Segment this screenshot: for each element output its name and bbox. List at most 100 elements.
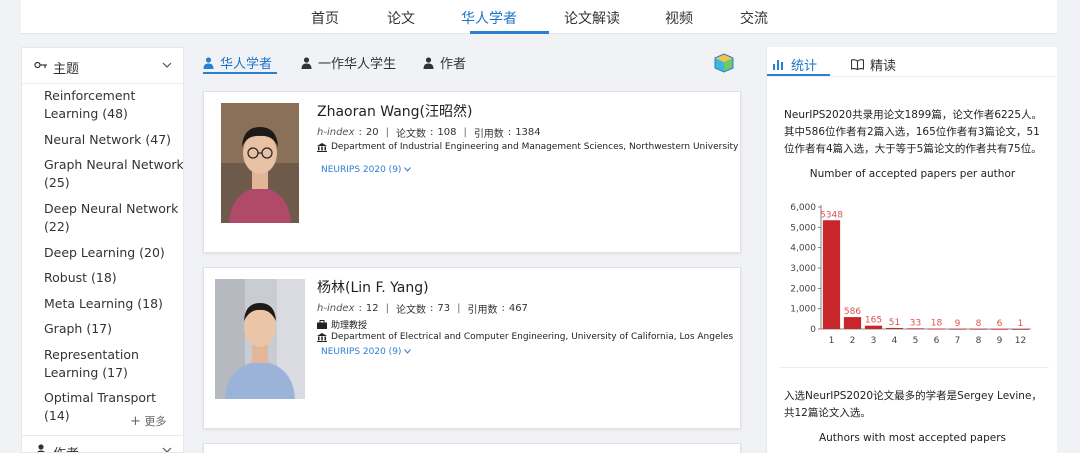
bar (885, 327, 904, 329)
bar-value-label: 51 (889, 318, 900, 328)
cube-icon[interactable] (713, 52, 735, 74)
person-icon (203, 56, 214, 69)
person-icon (301, 56, 312, 69)
x-tick-label: 5 (913, 336, 919, 346)
author-section-title: 作者 (53, 443, 79, 452)
book-icon (851, 59, 864, 70)
topic-item[interactable]: Meta Learning (18) (44, 295, 183, 313)
topic-sidebar: 主题 Reinforcement Learning (48) Neural Ne… (21, 47, 184, 453)
topic-section-header[interactable]: 主题 (22, 48, 183, 84)
more-topics-button[interactable]: + 更多 (130, 413, 166, 429)
topic-section-title: 主题 (53, 62, 80, 77)
author-section-header[interactable]: 作者 (22, 440, 183, 453)
bar (990, 328, 1009, 330)
tab-intensive-reading[interactable]: 精读 (851, 55, 896, 74)
y-tick-label: 1,000 (790, 305, 816, 315)
scholar-tabs: 华人学者 一作华人学生 作者 (203, 48, 740, 75)
topic-item[interactable]: Robust (18) (44, 269, 183, 287)
more-label: 更多 (144, 415, 167, 428)
topic-item[interactable]: Reinforcement Learning (48) (44, 87, 183, 123)
tab-label: 作者 (440, 57, 467, 72)
tab-label: 精读 (870, 59, 897, 74)
chart-title: Number of accepted papers per author (809, 168, 1016, 180)
chevron-down-icon[interactable] (162, 446, 172, 453)
hindex-value: 12 (365, 303, 379, 314)
plus-icon: + (130, 414, 141, 429)
hindex-value: 20 (365, 127, 379, 138)
y-tick-label: 6,000 (790, 203, 816, 213)
x-tick-label: 1 (829, 336, 835, 346)
tab-first-author-students[interactable]: 一作华人学生 (301, 53, 396, 72)
scholar-name[interactable]: 杨林(Lin F. Yang) (317, 277, 429, 297)
scholar-affiliation: Department of Industrial Engineering and… (317, 142, 738, 152)
nav-papers[interactable]: 论文 (387, 8, 415, 28)
x-tick-label: 2 (850, 336, 856, 346)
topic-item[interactable]: Deep Neural Network (22) (44, 200, 183, 236)
bar (864, 325, 883, 329)
nav-home[interactable]: 首页 (311, 8, 339, 28)
nav-chinese-scholars[interactable]: 华人学者 (461, 8, 517, 28)
tab-active-indicator (203, 72, 277, 74)
briefcase-icon (317, 320, 327, 329)
x-tick-label: 6 (934, 336, 940, 346)
venue-dropdown[interactable]: NEURIPS 2020 (9) (321, 347, 412, 357)
scholar-card[interactable] (203, 443, 741, 453)
y-tick-label: 2,000 (790, 284, 816, 294)
tab-label: 一作华人学生 (318, 57, 397, 72)
y-tick-label: 3,000 (790, 264, 816, 274)
x-tick-label: 8 (976, 336, 982, 346)
scholar-photo (215, 279, 305, 399)
citations-value: 1384 (515, 127, 541, 138)
bar-value-label: 586 (844, 307, 861, 317)
scholar-card[interactable]: 杨林(Lin F. Yang) h-index: 12 | 论文数: 73 | … (203, 267, 741, 429)
topic-item[interactable]: Graph (17) (44, 320, 183, 338)
tab-chinese-scholars[interactable]: 华人学者 (203, 53, 272, 72)
citations-value: 467 (508, 303, 528, 314)
top-nav: 首页 论文 华人学者 论文解读 视频 交流 (21, 0, 1057, 34)
stats-summary: NeurIPS2020共录用论文1899篇，论文作者6225人。其中586位作者… (784, 109, 1043, 155)
institution-icon (317, 142, 327, 152)
nav-video[interactable]: 视频 (665, 8, 693, 28)
bar-value-label: 165 (865, 316, 882, 326)
top-author-text: 入选NeurIPS2020论文最多的学者是Sergey Levine，共12篇论… (784, 390, 1042, 419)
topic-item[interactable]: Graph Neural Network (25) (44, 156, 183, 192)
chevron-down-icon[interactable] (162, 61, 172, 69)
divider (779, 367, 1049, 368)
bar-value-label: 1 (1018, 319, 1024, 329)
tab-statistics[interactable]: 统计 (773, 55, 817, 74)
citations-label: 引用数 (473, 129, 504, 140)
key-icon (34, 61, 47, 69)
x-tick-label: 4 (892, 336, 898, 346)
bar-value-label: 5348 (820, 210, 843, 220)
bar-value-label: 18 (931, 319, 943, 329)
chart2-title: Authors with most accepted papers (818, 432, 1007, 444)
bar-value-label: 33 (910, 318, 921, 328)
topic-item[interactable]: Neural Network (47) (44, 131, 183, 149)
venue-label: NEURIPS 2020 (9) (321, 347, 402, 357)
tab-label: 统计 (791, 59, 818, 74)
papers-value: 108 (437, 127, 457, 138)
scholar-metrics: h-index: 12 | 论文数: 73 | 引用数: 467 (317, 303, 528, 316)
topic-item[interactable]: Representation Learning (17) (44, 346, 183, 382)
tab-authors[interactable]: 作者 (423, 53, 466, 72)
nav-community[interactable]: 交流 (740, 8, 768, 28)
nav-paper-interpretation[interactable]: 论文解读 (564, 8, 620, 28)
citations-label: 引用数 (467, 305, 498, 316)
scholar-name[interactable]: Zhaoran Wang(汪昭然) (317, 101, 472, 121)
x-tick-label: 9 (997, 336, 1003, 346)
person-icon (37, 444, 45, 452)
hindex-label: h-index (317, 127, 355, 138)
bar-value-label: 9 (955, 319, 961, 329)
bar (927, 328, 946, 330)
y-tick-label: 4,000 (790, 244, 816, 254)
venue-dropdown[interactable]: NEURIPS 2020 (9) (321, 165, 412, 175)
x-tick-label: 12 (1015, 336, 1026, 346)
papers-per-author-chart: 01,0002,0003,0004,0005,0006,000534815862… (790, 203, 1031, 346)
affiliation-text: Department of Electrical and Computer En… (331, 332, 734, 342)
papers-value: 73 (437, 303, 451, 314)
chevron-down-icon (404, 167, 412, 172)
bar (822, 220, 841, 329)
scholar-card[interactable]: Zhaoran Wang(汪昭然) h-index: 20 | 论文数: 108… (203, 91, 741, 253)
topic-item[interactable]: Deep Learning (20) (44, 244, 183, 262)
bar (1011, 328, 1030, 330)
